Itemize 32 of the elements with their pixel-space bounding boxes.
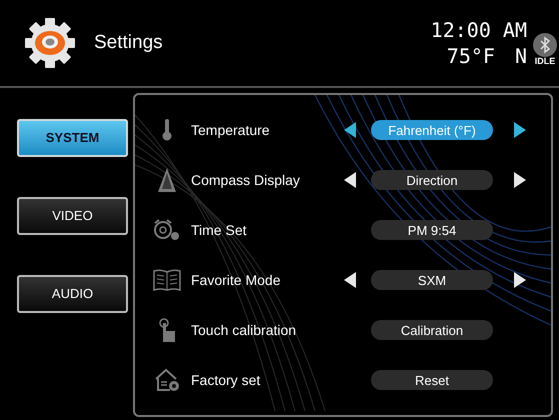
setting-label: Favorite Mode [191,270,282,290]
alarm-clock-icon [154,219,180,241]
setting-value-button[interactable]: Reset [371,370,493,390]
setting-value-button[interactable]: SXM [371,270,493,290]
category-tab[interactable]: AUDIO [17,275,128,313]
setting-label: Factory set [191,370,262,390]
outside-temperature: 75°F [446,46,495,66]
thermometer-icon [161,119,173,141]
setting-label: Temperature [191,120,271,140]
compass-heading: N [514,46,527,66]
triangle-icon [158,168,176,192]
left-arrow-icon[interactable] [344,172,356,188]
book-icon [153,269,181,291]
clock-time: 12:00 AM [430,20,527,40]
setting-label: Time Set [191,220,248,240]
left-arrow-icon[interactable] [344,122,356,138]
bluetooth-status: IDLE [534,56,556,66]
category-tab[interactable]: SYSTEM [17,119,128,157]
category-tab[interactable]: VIDEO [17,197,128,235]
right-arrow-icon[interactable] [514,272,526,288]
left-arrow-icon[interactable] [344,272,356,288]
house-gear-icon [154,368,180,392]
setting-label: Compass Display [191,170,301,190]
setting-value-button[interactable]: Direction [371,170,493,190]
touch-icon [158,318,176,342]
bluetooth-icon [533,32,557,56]
setting-value-button[interactable]: Calibration [371,320,493,340]
right-arrow-icon[interactable] [514,122,526,138]
setting-label: Touch calibration [191,320,298,340]
setting-value-button[interactable]: PM 9:54 [371,220,493,240]
page-title: Settings [94,30,163,55]
right-arrow-icon[interactable] [514,172,526,188]
